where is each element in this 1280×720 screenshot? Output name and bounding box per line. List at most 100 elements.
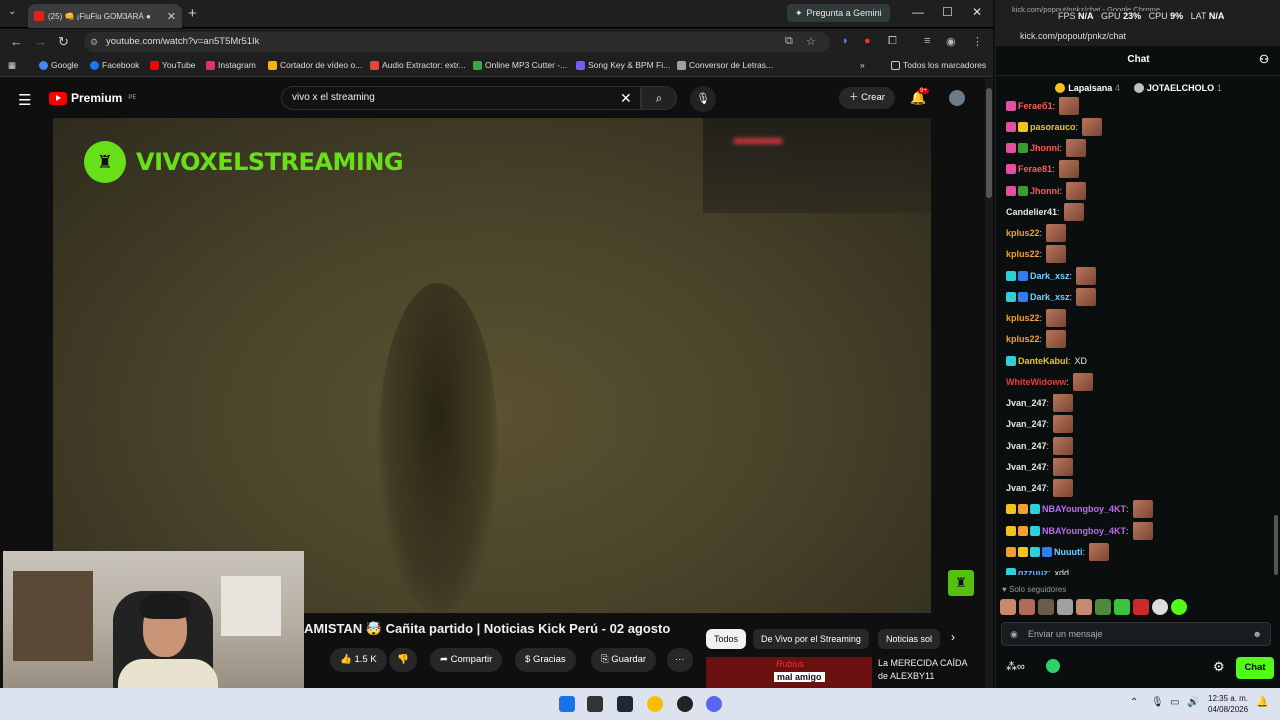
hamburger-menu-icon[interactable]: ☰ [18, 91, 31, 109]
all-bookmarks[interactable]: Todos los marcadores [891, 60, 986, 70]
chip-todos[interactable]: Todos [706, 629, 747, 649]
youtube-premium-logo[interactable]: Premium PE [49, 91, 136, 105]
emote-5-icon[interactable] [1076, 599, 1092, 615]
emoji-icon[interactable]: ☻ [1253, 623, 1262, 645]
dislike-button[interactable]: 👎 [389, 648, 417, 672]
chat-username[interactable]: Dark_xsz [1030, 292, 1070, 302]
voice-search-icon[interactable]: 🎙 [690, 86, 716, 112]
bookmark-google[interactable]: Google [39, 60, 78, 70]
share-button[interactable]: ➦ Compartir [430, 648, 503, 672]
maximize-icon[interactable]: ☐ [942, 5, 953, 19]
chat-username[interactable]: gzzuuz [1018, 568, 1048, 575]
chat-messages[interactable]: Feraeб1: pasorauco: Jhonni: Ferae81: Jhonni:… [996, 95, 1274, 575]
site-info-icon[interactable]: ⚙ [90, 32, 98, 52]
chat-username[interactable]: DanteKabul [1018, 356, 1068, 366]
emote-3-icon[interactable] [1038, 599, 1054, 615]
emote-9-icon[interactable] [1152, 599, 1168, 615]
video-player[interactable] [53, 118, 931, 613]
recommended-title[interactable]: La MERECIDA CAÍDA de ALEXBY11 [878, 657, 978, 683]
kick-logo-icon[interactable] [1046, 659, 1060, 673]
recommended-thumbnail[interactable]: Rubius mal amigo [706, 657, 872, 688]
chat-username[interactable]: Dark_xsz [1030, 271, 1070, 281]
chat-username[interactable]: Jvan_247 [1006, 398, 1047, 408]
emote-6-icon[interactable] [1095, 599, 1111, 615]
chat-username[interactable]: Jvan_247 [1006, 419, 1047, 429]
chat-username[interactable]: kplus22 [1006, 228, 1040, 238]
chat-mode-icon[interactable]: ◉ [1010, 623, 1018, 645]
tab-close-icon[interactable]: ✕ [167, 10, 176, 23]
emote-7-icon[interactable] [1114, 599, 1130, 615]
bookmark-facebook[interactable]: Facebook [90, 60, 139, 70]
infinity-icon[interactable]: ⁂∞ [1006, 660, 1025, 673]
chat-username[interactable]: Feraeб1 [1018, 101, 1053, 111]
tab-youtube[interactable]: (25) 👊 ¡FiuFiu GOM3ARÁ ● ✕ [28, 4, 182, 28]
chat-users-icon[interactable]: ⚇ [1259, 46, 1269, 74]
supporter-2[interactable]: JOTAELCHOLO 1 [1133, 83, 1222, 94]
chrome-icon[interactable] [647, 696, 663, 712]
bookmark-instagram[interactable]: Instagram [206, 60, 256, 70]
bookmark-cortador[interactable]: Cortador de vídeo o... [268, 60, 362, 70]
steam-icon[interactable] [617, 696, 633, 712]
bookmark-star-icon[interactable]: ☆ [806, 35, 816, 48]
task-view-icon[interactable] [587, 696, 603, 712]
network-icon[interactable]: ▭ [1170, 697, 1179, 708]
avatar[interactable] [949, 90, 965, 106]
chat-username[interactable]: Jvan_247 [1006, 483, 1047, 493]
reload-icon[interactable]: ↻ [58, 34, 69, 50]
extension-icon[interactable]: ◗ [842, 35, 849, 47]
chat-username[interactable]: Jvan_247 [1006, 462, 1047, 472]
menu-dots-icon[interactable]: ⋮ [972, 35, 983, 48]
emote-2-icon[interactable] [1019, 599, 1035, 615]
gemini-button[interactable]: ✦ Pregunta a Gemini [787, 4, 890, 22]
chat-username[interactable]: kplus22 [1006, 313, 1040, 323]
more-bookmarks-icon[interactable]: » [860, 60, 865, 70]
chat-scrollbar[interactable] [1274, 95, 1278, 575]
profile-icon[interactable]: ◉ [946, 35, 956, 48]
more-actions-button[interactable]: ··· [667, 648, 693, 672]
obs-icon[interactable] [677, 696, 693, 712]
chat-url-bar[interactable]: kick.com/popout/pnkz/chat [996, 26, 1280, 46]
back-icon[interactable]: ← [10, 34, 23, 49]
minimize-icon[interactable]: — [912, 5, 924, 19]
page-scrollbar[interactable] [985, 78, 993, 688]
chat-message-input[interactable]: ◉ Enviar un mensaje ☻ [1001, 622, 1271, 646]
url-input[interactable]: ⚙ youtube.com/watch?v=an5T5Mr51Ik [84, 32, 830, 52]
tray-expand-icon[interactable]: ⌃ [1130, 697, 1138, 708]
emote-8-icon[interactable] [1133, 599, 1149, 615]
bookmark-mp3-cutter[interactable]: Online MP3 Cutter -... [473, 60, 567, 70]
discord-icon[interactable] [706, 696, 722, 712]
chips-next-icon[interactable]: › [951, 630, 955, 644]
chat-username[interactable]: Jhonni [1030, 186, 1060, 196]
supporter-1[interactable]: Lapaisana 4 [1055, 83, 1120, 94]
chat-username[interactable]: kplus22 [1006, 249, 1040, 259]
notifications-icon[interactable]: 🔔 [1256, 697, 1268, 708]
chat-username[interactable]: pasorauco [1030, 122, 1076, 132]
install-icon[interactable]: ⧉ [785, 35, 793, 48]
chat-username[interactable]: Jhonni [1030, 143, 1060, 153]
chat-username[interactable]: kplus22 [1006, 334, 1040, 344]
send-chat-button[interactable]: Chat [1236, 657, 1274, 679]
bookmark-audio-extractor[interactable]: Audio Extractor: extr... [370, 60, 466, 70]
clear-search-icon[interactable]: ✕ [620, 90, 632, 107]
emote-10-icon[interactable] [1171, 599, 1187, 615]
bookmark-conversor[interactable]: Conversor de Letras... [677, 60, 773, 70]
new-tab-icon[interactable]: + [188, 5, 197, 22]
system-clock[interactable]: 12:35 a. m. 04/08/2026 [1208, 693, 1248, 715]
chat-username[interactable]: Candelier41 [1006, 207, 1057, 217]
create-button[interactable]: ＋ Crear [839, 87, 895, 109]
chat-username[interactable]: NBAYoungboy_4KT [1042, 504, 1126, 514]
search-button[interactable]: ⌕ [641, 86, 677, 110]
media-icon[interactable]: ≡ [924, 35, 930, 47]
search-input[interactable]: vivo x el streaming [281, 86, 641, 110]
bookmark-youtube[interactable]: YouTube [150, 60, 195, 70]
tab-search-icon[interactable]: ⌄ [8, 6, 16, 17]
start-icon[interactable] [559, 696, 575, 712]
chat-username[interactable]: Jvan_247 [1006, 441, 1047, 451]
chat-username[interactable]: WhiteWidoww [1006, 377, 1066, 387]
scrollbar-thumb[interactable] [986, 88, 992, 198]
extension-red-icon[interactable]: ● [864, 35, 871, 47]
channel-watermark-icon[interactable]: ♜ [948, 570, 974, 596]
mic-tray-icon[interactable]: 🎙 [1151, 697, 1164, 708]
bookmark-song-key[interactable]: Song Key & BPM Fi... [576, 60, 670, 70]
chip-de-vivo[interactable]: De Vivo por el Streaming [753, 629, 869, 649]
